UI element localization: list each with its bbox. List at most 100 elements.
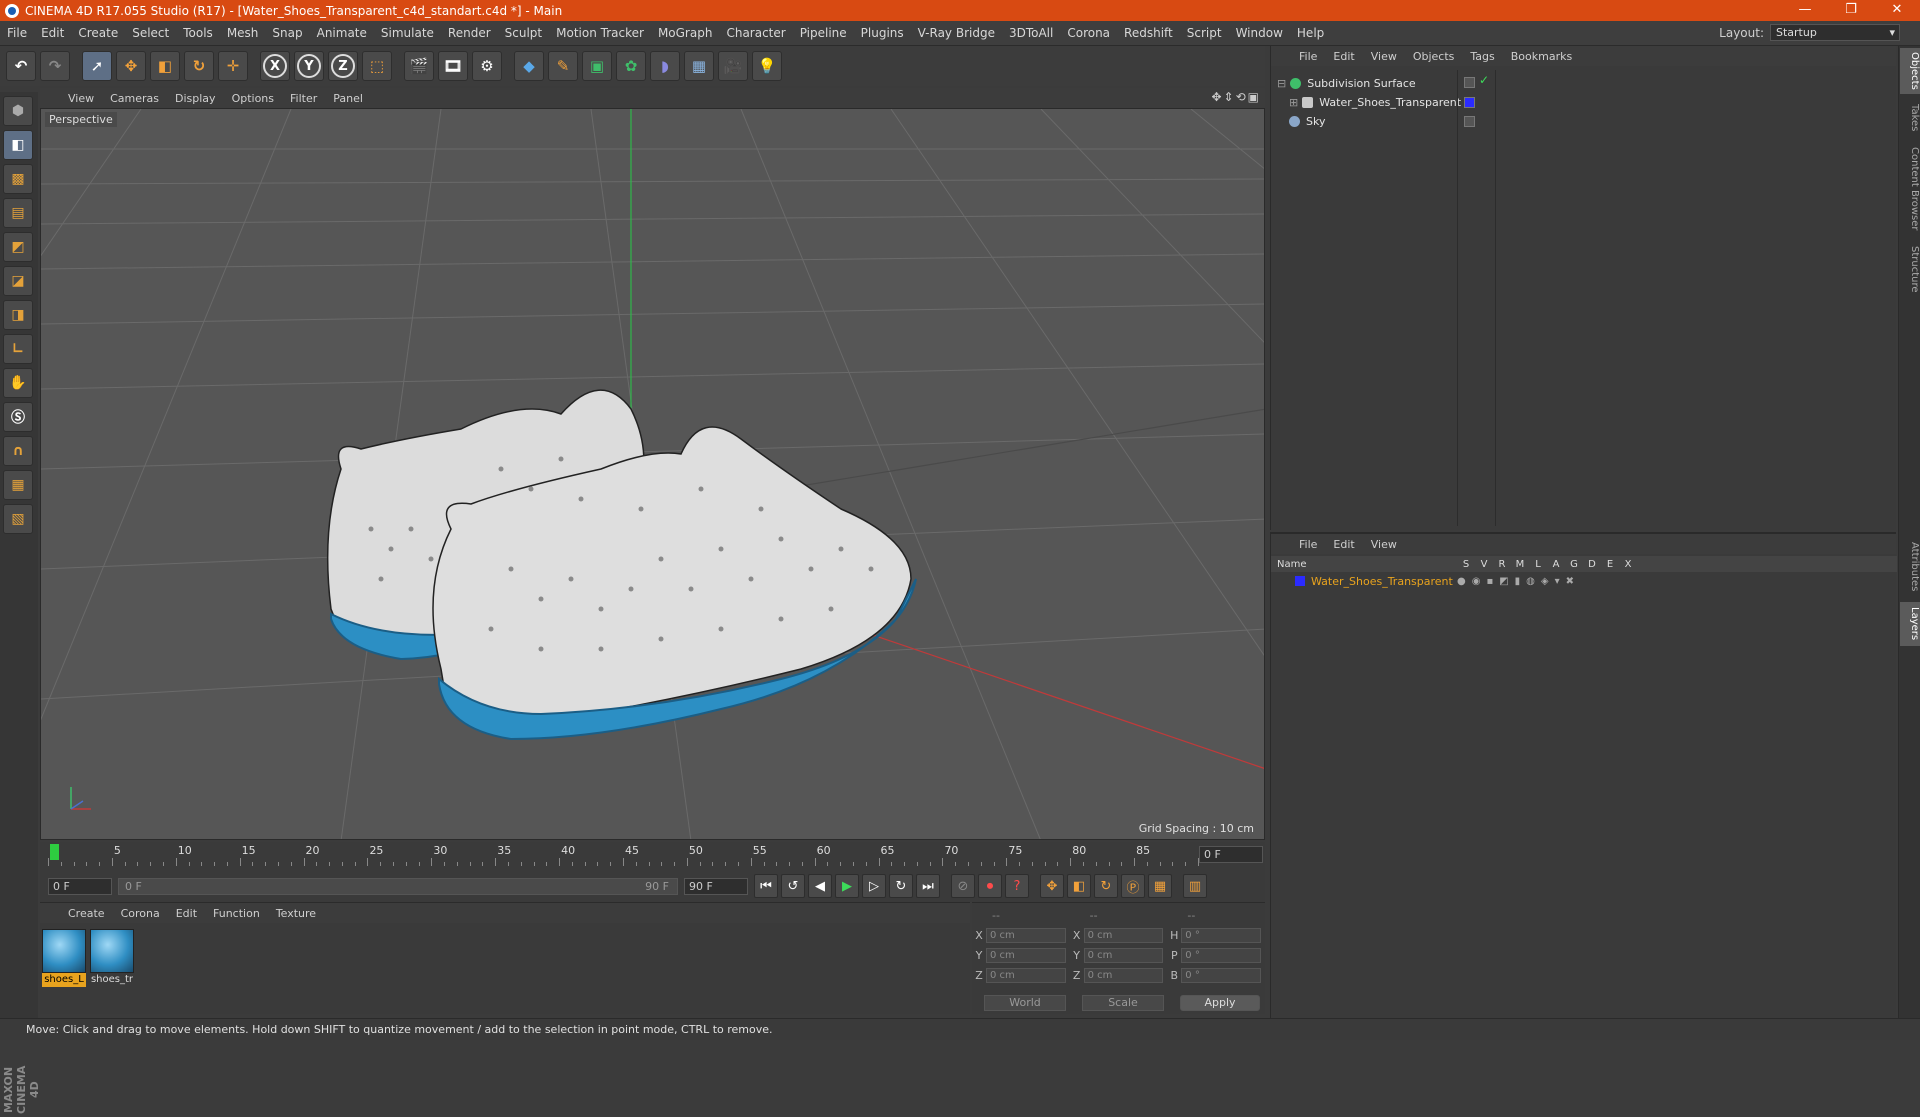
layer-row[interactable]: Water_Shoes_Transparent ●◉▪◩▮◍◈▾✖ xyxy=(1271,573,1897,589)
menu-motion-tracker[interactable]: Motion Tracker xyxy=(549,26,651,40)
workplane-mode-icon[interactable]: ▤ xyxy=(3,198,33,228)
world-dropdown[interactable]: World xyxy=(984,995,1066,1011)
polygons-mode-icon[interactable]: ◨ xyxy=(3,300,33,330)
end-frame-field[interactable]: 90 F xyxy=(684,877,748,895)
menu-plugins[interactable]: Plugins xyxy=(854,26,911,40)
rotate-tool-icon[interactable]: ↻ xyxy=(184,51,214,81)
rotation-h-field[interactable]: 0 ° xyxy=(1181,928,1262,943)
scale-dropdown[interactable]: Scale xyxy=(1082,995,1164,1011)
position-z-field[interactable]: 0 cm xyxy=(985,968,1066,983)
tweak-mode-icon[interactable]: ✋ xyxy=(3,368,33,398)
viewport-menu-view[interactable]: View xyxy=(60,92,102,105)
next-frame-icon[interactable]: ▷ xyxy=(862,874,886,898)
tab-objects[interactable]: Objects xyxy=(1900,48,1920,94)
next-key-icon[interactable]: ↻ xyxy=(889,874,913,898)
layer-menu-file[interactable]: File xyxy=(1291,538,1325,551)
object-row-water-shoes[interactable]: ⊞ Water_Shoes_Transparent xyxy=(1289,93,1461,111)
material-menu-corona[interactable]: Corona xyxy=(113,907,168,920)
material-swatch[interactable]: shoes_tr xyxy=(90,929,134,987)
key-parameter-icon[interactable]: Ⓟ xyxy=(1121,874,1145,898)
menu-window[interactable]: Window xyxy=(1229,26,1290,40)
current-frame-field[interactable]: 0 F xyxy=(1199,846,1263,863)
apply-button[interactable]: Apply xyxy=(1180,995,1260,1011)
coordinate-system-icon[interactable]: ⬚ xyxy=(362,51,392,81)
move-tool-icon[interactable]: ✥ xyxy=(116,51,146,81)
previous-key-icon[interactable]: ↺ xyxy=(781,874,805,898)
motion-path-icon[interactable]: ⊘ xyxy=(951,874,975,898)
tab-structure[interactable]: Structure xyxy=(1900,240,1920,298)
key-scale-icon[interactable]: ◧ xyxy=(1067,874,1091,898)
material-menu-texture[interactable]: Texture xyxy=(268,907,324,920)
render-view-icon[interactable]: 🎬 xyxy=(404,51,434,81)
transform-tool-icon[interactable]: ✛ xyxy=(218,51,248,81)
model-mode-icon[interactable]: ◧ xyxy=(3,130,33,160)
material-swatch[interactable]: shoes_L xyxy=(42,929,86,987)
make-editable-icon[interactable]: ⬢ xyxy=(3,96,33,126)
obj-menu-tags[interactable]: Tags xyxy=(1462,50,1502,63)
rotation-b-field[interactable]: 0 ° xyxy=(1181,968,1262,983)
visibility-toggle[interactable] xyxy=(1464,77,1475,88)
menu-script[interactable]: Script xyxy=(1180,26,1229,40)
visibility-toggle[interactable] xyxy=(1464,116,1475,127)
menu-mograph[interactable]: MoGraph xyxy=(651,26,720,40)
menu-character[interactable]: Character xyxy=(719,26,792,40)
tab-takes[interactable]: Takes xyxy=(1900,98,1920,138)
viewport-menu-panel[interactable]: Panel xyxy=(325,92,371,105)
render-settings-icon[interactable]: ⚙ xyxy=(472,51,502,81)
key-rotation-icon[interactable]: ↻ xyxy=(1094,874,1118,898)
size-z-field[interactable]: 0 cm xyxy=(1083,968,1164,983)
layer-flag-icons[interactable]: ●◉▪◩▮◍◈▾✖ xyxy=(1457,576,1580,587)
scale-tool-icon[interactable]: ◧ xyxy=(150,51,180,81)
position-y-field[interactable]: 0 cm xyxy=(985,948,1066,963)
timeline[interactable]: 051015202530354045505560657075808590 0 F xyxy=(40,842,1265,870)
menu-redshift[interactable]: Redshift xyxy=(1117,26,1180,40)
render-picture-viewer-icon[interactable]: 🎞 xyxy=(438,51,468,81)
size-y-field[interactable]: 0 cm xyxy=(1083,948,1164,963)
go-to-start-icon[interactable]: ⏮ xyxy=(754,874,778,898)
minimize-button[interactable]: — xyxy=(1782,0,1828,21)
obj-menu-edit[interactable]: Edit xyxy=(1325,50,1362,63)
perspective-viewport[interactable]: Perspective Grid Spacing : 10 cm xyxy=(40,108,1265,840)
layer-color-indicator[interactable] xyxy=(1464,97,1475,108)
close-button[interactable]: ✕ xyxy=(1874,0,1920,21)
preview-range-slider[interactable]: 0 F 90 F xyxy=(118,877,678,895)
planar-workplane-icon[interactable]: ▧ xyxy=(3,504,33,534)
layer-color-swatch[interactable] xyxy=(1295,576,1305,586)
layout-dropdown[interactable]: Startup xyxy=(1770,24,1900,41)
menu-tools[interactable]: Tools xyxy=(176,26,220,40)
floor-scene-icon[interactable]: ▦ xyxy=(684,51,714,81)
layer-menu-edit[interactable]: Edit xyxy=(1325,538,1362,551)
material-menu-function[interactable]: Function xyxy=(205,907,268,920)
axis-mode-icon[interactable]: ∟ xyxy=(3,334,33,364)
tab-attributes[interactable]: Attributes xyxy=(1900,536,1920,598)
obj-menu-file[interactable]: File xyxy=(1291,50,1325,63)
obj-menu-objects[interactable]: Objects xyxy=(1405,50,1463,63)
enabled-check-icon[interactable]: ✓ xyxy=(1479,73,1489,87)
key-point-level-icon[interactable]: ▦ xyxy=(1148,874,1172,898)
position-x-field[interactable]: 0 cm xyxy=(985,928,1066,943)
material-menu-create[interactable]: Create xyxy=(60,907,113,920)
z-axis-lock-button[interactable]: Z xyxy=(328,51,358,81)
material-menu-edit[interactable]: Edit xyxy=(168,907,205,920)
snap-toggle-icon[interactable]: Ⓢ xyxy=(3,402,33,432)
restore-button[interactable]: ❐ xyxy=(1828,0,1874,21)
viewport-menu-display[interactable]: Display xyxy=(167,92,224,105)
size-x-field[interactable]: 0 cm xyxy=(1083,928,1164,943)
light-icon[interactable]: 💡 xyxy=(752,51,782,81)
points-mode-icon[interactable]: ◩ xyxy=(3,232,33,262)
menu-sculpt[interactable]: Sculpt xyxy=(498,26,549,40)
timeline-window-icon[interactable]: ▥ xyxy=(1183,874,1207,898)
spline-pen-icon[interactable]: ✎ xyxy=(548,51,578,81)
camera-icon[interactable]: 🎥 xyxy=(718,51,748,81)
menu-render[interactable]: Render xyxy=(441,26,498,40)
menu-pipeline[interactable]: Pipeline xyxy=(793,26,854,40)
deformer-icon[interactable]: ◗ xyxy=(650,51,680,81)
obj-menu-view[interactable]: View xyxy=(1363,50,1405,63)
timeline-ruler[interactable]: 051015202530354045505560657075808590 xyxy=(48,842,1214,866)
cube-primitive-icon[interactable]: ◆ xyxy=(514,51,544,81)
menu-edit[interactable]: Edit xyxy=(34,26,71,40)
timeline-playhead[interactable] xyxy=(50,844,59,860)
menu-3dtoall[interactable]: 3DToAll xyxy=(1002,26,1060,40)
menu-select[interactable]: Select xyxy=(125,26,176,40)
lock-workplane-icon[interactable]: ▦ xyxy=(3,470,33,500)
